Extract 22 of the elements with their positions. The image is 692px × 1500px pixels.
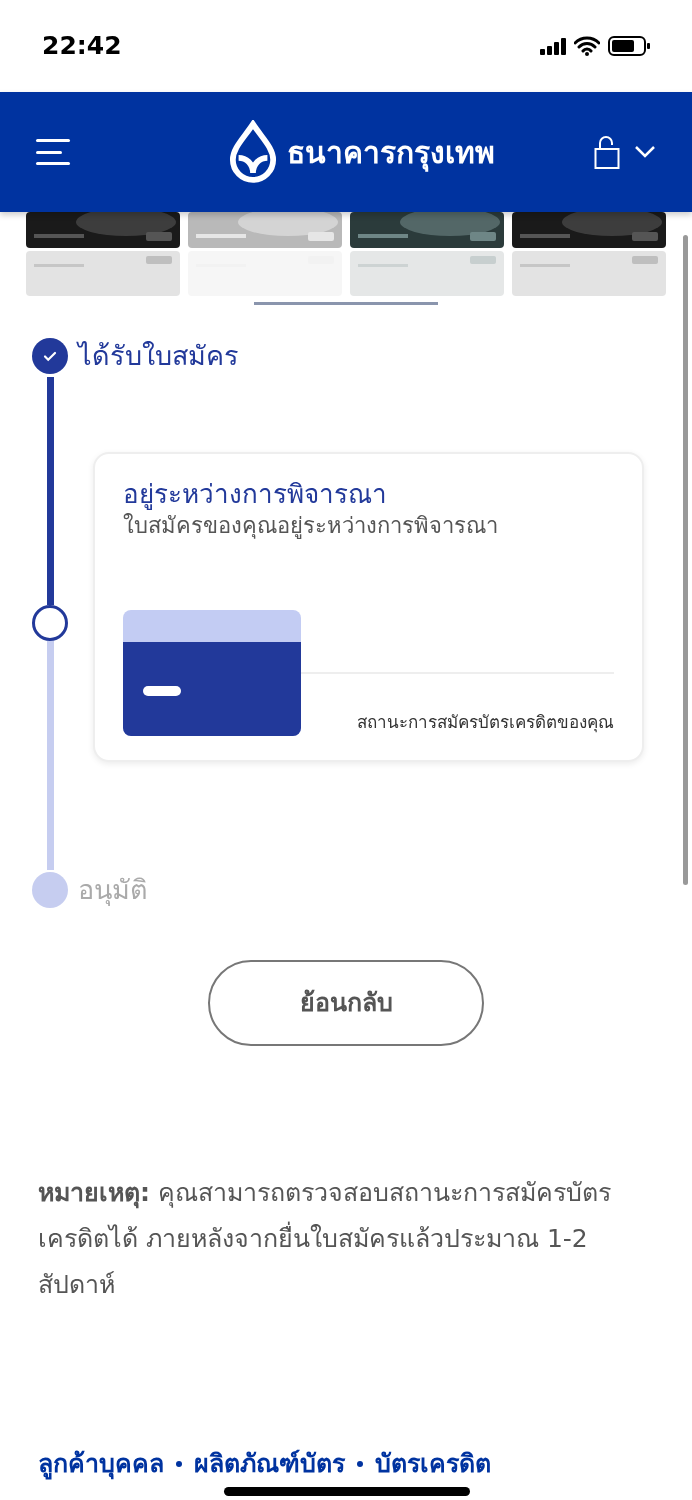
- step-label: อนุมัติ: [78, 872, 148, 908]
- status-caption: สถานะการสมัครบัตรเครดิตของคุณ: [356, 711, 614, 735]
- step-check-icon: [32, 338, 68, 375]
- step-current-icon: [32, 605, 68, 641]
- breadcrumb-link[interactable]: ลูกค้าบุคคล: [38, 1444, 164, 1484]
- status-time: 22:42: [42, 30, 122, 63]
- breadcrumb-link[interactable]: ผลิตภัณฑ์บัตร: [194, 1444, 345, 1484]
- step-pending-icon: [32, 871, 68, 908]
- step-label: ได้รับใบสมัคร: [78, 339, 239, 373]
- lock-icon: [594, 134, 620, 170]
- bank-name-logo: ธนาคารกรุงเทพ: [287, 133, 495, 174]
- battery-icon: [608, 36, 650, 56]
- note-paragraph: หมายเหตุ: คุณสามารถตรวจสอบสถานะการสมัครบัตรเครดิตได้ ภายหลังจากยื่นใบสมัครแล้วประมาณ 1-2 สัปดาห์: [38, 1177, 612, 1301]
- status-description: ใบสมัครของคุณอยู่ระหว่างการพิจารณา: [123, 511, 499, 541]
- signal-icon: [540, 37, 566, 55]
- back-button[interactable]: ย้อนกลับ: [208, 960, 484, 1046]
- lotus-logo-icon: [229, 120, 277, 184]
- chevron-down-icon: [634, 145, 656, 159]
- breadcrumb-link[interactable]: บัตรเครดิต: [375, 1444, 491, 1484]
- lock-dropdown[interactable]: [594, 134, 656, 170]
- wifi-icon: [574, 36, 600, 56]
- status-title: อยู่ระหว่างการพิจารณา: [123, 477, 388, 510]
